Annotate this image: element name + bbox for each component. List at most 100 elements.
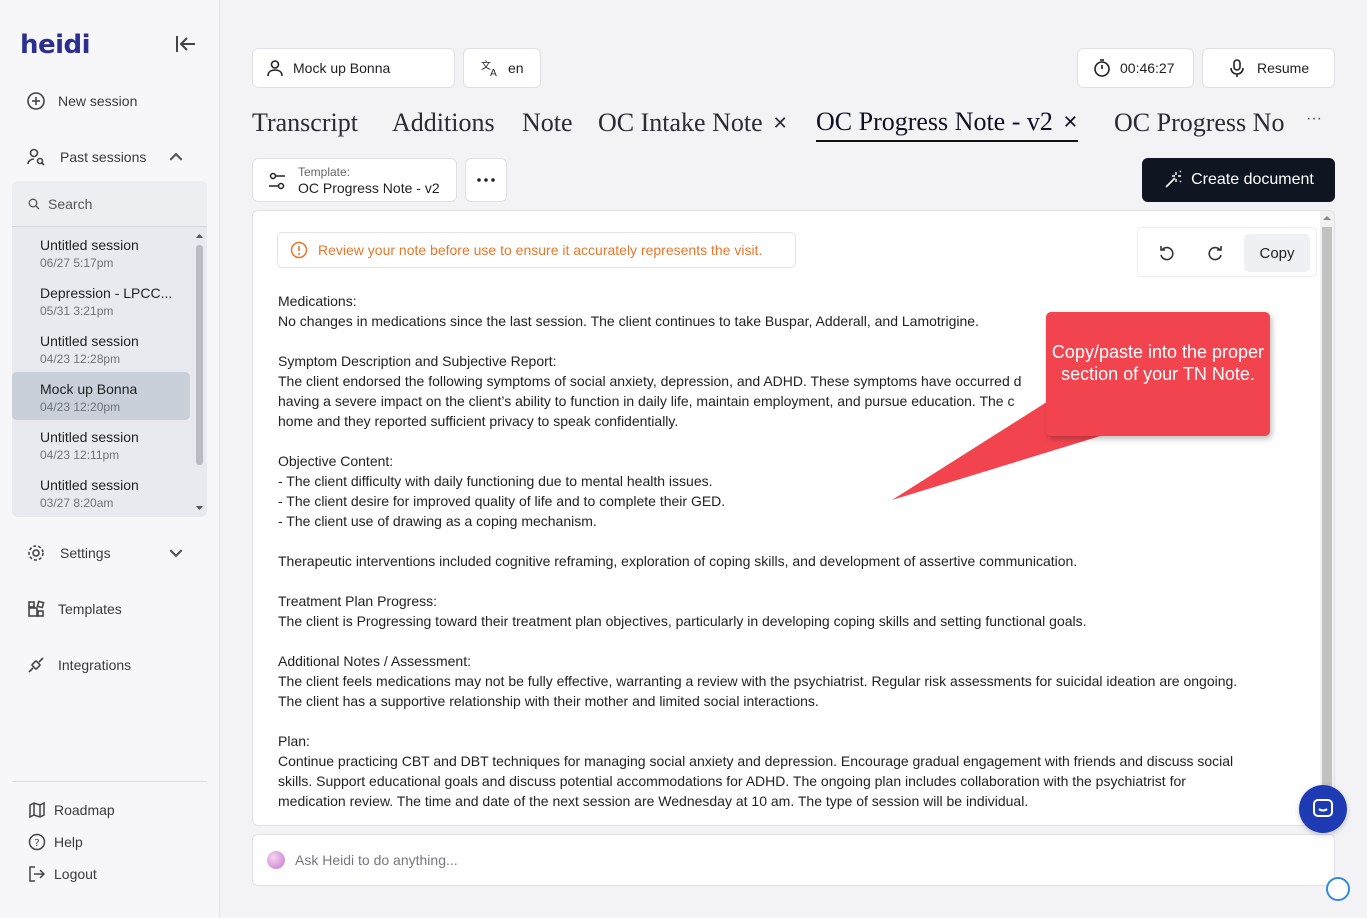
note-line: medication review. The time and date of … (278, 793, 1029, 809)
tab-label: OC Progress Note - v2 (816, 107, 1053, 136)
session-date: 04/23 12:11pm (40, 448, 120, 462)
tab-oc-progress-note[interactable]: OC Progress No (1114, 104, 1284, 142)
session-item-active[interactable]: Mock up Bonna 04/23 12:20pm (12, 372, 190, 420)
patient-name: Mock up Bonna (293, 60, 391, 76)
note-blank-line (278, 531, 1288, 551)
language-selector[interactable]: 文A en (463, 48, 541, 88)
resume-button[interactable]: Resume (1202, 48, 1335, 88)
settings-label: Settings (60, 545, 111, 561)
session-scrollbar[interactable] (194, 233, 205, 513)
tab-additions[interactable]: Additions (392, 104, 495, 142)
language-value: en (508, 60, 524, 76)
session-search-input[interactable]: Search (12, 181, 207, 227)
stopwatch-icon (1094, 59, 1110, 77)
help-icon: ? (28, 833, 46, 851)
heidi-orb-icon (267, 851, 285, 869)
tab-note[interactable]: Note (522, 104, 573, 142)
close-icon[interactable]: ✕ (773, 113, 788, 134)
svg-text:?: ? (34, 838, 39, 849)
tab-label: Note (522, 108, 573, 137)
help-link[interactable]: ? Help (28, 831, 83, 853)
note-scrollbar[interactable] (1320, 211, 1334, 825)
session-item[interactable]: Untitled session 04/23 12:28pm (12, 324, 190, 372)
note-line: The client has a supportive relationship… (278, 693, 819, 709)
chevron-down-icon (169, 549, 183, 558)
new-session-label: New session (58, 93, 138, 109)
past-sessions-label: Past sessions (60, 149, 147, 165)
tabs-overflow-icon[interactable]: ··· (1306, 110, 1322, 128)
note-line: - The client desire for improved quality… (278, 493, 726, 509)
scroll-thumb[interactable] (196, 245, 203, 465)
logout-link[interactable]: Logout (28, 863, 97, 885)
tab-oc-intake-note[interactable]: OC Intake Note ✕ (598, 104, 788, 142)
session-date: 03/27 8:20am (40, 496, 114, 510)
assistant-widget-icon[interactable] (1326, 877, 1350, 901)
plus-circle-icon (27, 92, 45, 110)
plug-icon (28, 657, 44, 673)
templates-label: Templates (58, 601, 122, 617)
ask-heidi-input[interactable]: Ask Heidi to do anything... (252, 834, 1335, 886)
tab-label: Additions (392, 108, 495, 137)
session-item[interactable]: Untitled session 04/23 12:11pm (12, 420, 190, 468)
session-title: Untitled session (40, 477, 139, 493)
integrations-link[interactable]: Integrations (26, 653, 131, 677)
note-line: The client feels medications may not be … (278, 673, 1238, 689)
integrations-label: Integrations (58, 657, 132, 673)
more-options-button[interactable] (465, 158, 507, 202)
note-blank-line (278, 571, 1288, 591)
note-line: - The client use of drawing as a coping … (278, 513, 597, 529)
note-line: skills. Support educational goals and di… (278, 773, 1186, 789)
tab-oc-progress-note-v2[interactable]: OC Progress Note - v2 ✕ (816, 104, 1078, 142)
logout-icon (29, 866, 46, 882)
scroll-up-icon (1323, 216, 1331, 220)
session-item[interactable]: Untitled session 03/27 8:20am (12, 468, 190, 516)
translate-icon: 文A (481, 59, 497, 78)
note-line: Therapeutic interventions included cogni… (278, 553, 1078, 569)
help-label: Help (54, 834, 83, 850)
redo-button[interactable] (1198, 236, 1232, 270)
gear-icon (28, 545, 44, 561)
create-document-label: Create document (1191, 171, 1314, 188)
chat-support-button[interactable] (1299, 785, 1347, 833)
sliders-icon (269, 172, 285, 190)
logout-label: Logout (54, 866, 97, 882)
tab-transcript[interactable]: Transcript (252, 104, 358, 142)
map-icon (29, 801, 45, 819)
collapse-sidebar-icon[interactable] (174, 33, 198, 55)
templates-link[interactable]: Templates (26, 597, 122, 621)
session-date: 06/27 5:17pm (40, 256, 114, 270)
create-document-button[interactable]: Create document (1142, 158, 1335, 202)
user-search-icon (27, 148, 45, 166)
past-sessions-toggle[interactable]: Past sessions (26, 145, 196, 169)
session-title: Untitled session (40, 333, 139, 349)
patient-name-field[interactable]: Mock up Bonna (252, 48, 455, 88)
roadmap-link[interactable]: Roadmap (28, 799, 115, 821)
template-selector[interactable]: Template: OC Progress Note - v2 (252, 158, 457, 202)
scroll-thumb[interactable] (1322, 227, 1332, 787)
magic-wand-icon (1165, 170, 1182, 188)
session-item[interactable]: Untitled session 06/27 5:17pm (12, 228, 190, 276)
note-line: Continue practicing CBT and DBT techniqu… (278, 753, 1234, 769)
heidi-logo: heidi (20, 30, 91, 60)
note-line: Plan: (278, 733, 310, 749)
session-item[interactable]: Depression - LPCC... 05/31 3:21pm (12, 276, 190, 324)
copy-button[interactable]: Copy (1244, 234, 1310, 272)
chat-icon (1313, 799, 1333, 817)
session-list-panel: Search Untitled session 06/27 5:17pm Dep… (12, 181, 207, 517)
session-title: Depression - LPCC... (40, 285, 173, 301)
alert-circle-icon (290, 241, 308, 259)
review-warning-banner: Review your note before use to ensure it… (277, 232, 796, 268)
ask-placeholder: Ask Heidi to do anything... (295, 852, 458, 868)
template-value: OC Progress Note - v2 (298, 180, 440, 196)
resume-label: Resume (1257, 60, 1310, 76)
close-icon[interactable]: ✕ (1063, 112, 1078, 133)
undo-button[interactable] (1150, 236, 1184, 270)
note-panel: Review your note before use to ensure it… (252, 210, 1335, 826)
tab-label: OC Intake Note (598, 108, 763, 137)
warning-text: Review your note before use to ensure it… (318, 242, 763, 258)
scroll-down-icon (196, 506, 203, 510)
undo-icon (1160, 246, 1174, 261)
new-session-button[interactable]: New session (26, 89, 137, 113)
microphone-icon (1230, 59, 1244, 77)
settings-toggle[interactable]: Settings (26, 541, 196, 565)
